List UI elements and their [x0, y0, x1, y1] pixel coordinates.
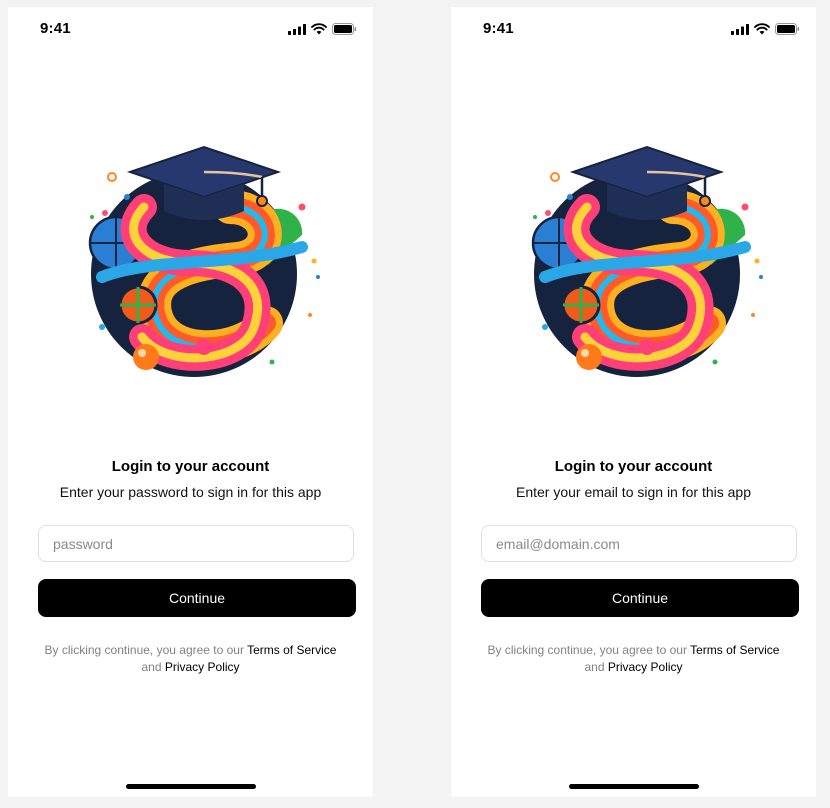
password-input[interactable]: [38, 525, 354, 562]
battery-icon: [775, 23, 800, 35]
page-subtitle: Enter your email to sign in for this app: [515, 484, 751, 500]
legal-prefix: By clicking continue, you agree to our: [44, 643, 244, 657]
cellular-signal-icon: [731, 23, 749, 35]
legal-and: and: [584, 660, 605, 674]
continue-button[interactable]: Continue: [481, 579, 799, 617]
legal-prefix: By clicking continue, you agree to our: [487, 643, 687, 657]
legal-notice: By clicking continue, you agree to our T…: [471, 642, 796, 676]
password-login-screen: 9:41 Login to your account Enter your pa…: [8, 7, 373, 797]
terms-of-service-link[interactable]: Terms of Service: [247, 643, 336, 657]
status-bar: 9:41: [8, 7, 373, 51]
privacy-policy-link[interactable]: Privacy Policy: [165, 660, 240, 674]
wifi-icon: [754, 23, 770, 35]
status-time: 9:41: [40, 20, 71, 37]
page-title: Login to your account: [554, 458, 713, 475]
wifi-icon: [311, 23, 327, 35]
cellular-signal-icon: [288, 23, 306, 35]
legal-and: and: [141, 660, 162, 674]
page-title: Login to your account: [111, 458, 270, 475]
status-icons: [288, 23, 357, 35]
status-bar: 9:41: [451, 7, 816, 51]
email-input[interactable]: [481, 525, 797, 562]
app-logo: [88, 145, 320, 377]
privacy-policy-link[interactable]: Privacy Policy: [608, 660, 683, 674]
app-logo: [531, 145, 763, 377]
status-icons: [731, 23, 800, 35]
status-time: 9:41: [483, 20, 514, 37]
legal-notice: By clicking continue, you agree to our T…: [28, 642, 353, 676]
home-indicator[interactable]: [126, 784, 256, 789]
terms-of-service-link[interactable]: Terms of Service: [690, 643, 779, 657]
continue-button[interactable]: Continue: [38, 579, 356, 617]
battery-icon: [332, 23, 357, 35]
email-login-screen: 9:41 Login to your account Enter your em…: [451, 7, 816, 797]
page-subtitle: Enter your password to sign in for this …: [59, 484, 322, 500]
home-indicator[interactable]: [569, 784, 699, 789]
